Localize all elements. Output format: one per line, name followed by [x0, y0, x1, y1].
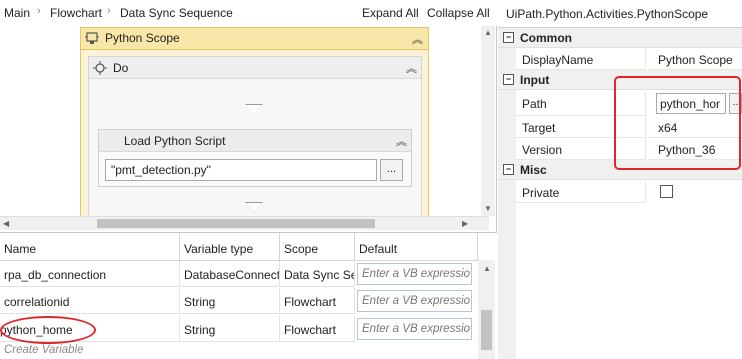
default-value-input[interactable]: Enter a VB expressio: [357, 263, 472, 285]
column-header-variable-type[interactable]: Variable type: [180, 233, 280, 261]
collapse-toggle-icon[interactable]: −: [503, 74, 514, 85]
scroll-right-icon[interactable]: ▶: [462, 219, 468, 228]
properties-panel: UiPath.Python.Activities.PythonScope − C…: [498, 0, 742, 359]
collapse-toggle-icon[interactable]: −: [503, 32, 514, 43]
displayname-label: DisplayName: [516, 48, 646, 70]
scroll-left-icon[interactable]: ◀: [3, 219, 9, 228]
browse-button[interactable]: ...: [380, 159, 403, 181]
python-scope-title: Python Scope: [105, 31, 180, 45]
scroll-thumb[interactable]: [97, 219, 375, 228]
python-scope-icon: [84, 30, 100, 46]
default-value-input[interactable]: Enter a VB expressio: [357, 318, 472, 340]
highlight-rectangle: [614, 76, 741, 170]
scroll-thumb[interactable]: [481, 310, 492, 350]
drop-arrow-inner: [246, 203, 262, 212]
canvas-horizontal-scrollbar[interactable]: ◀ ▶: [0, 216, 489, 230]
variable-name-cell[interactable]: correlationid: [0, 288, 180, 314]
column-header-name[interactable]: Name: [0, 233, 180, 261]
private-label: Private: [516, 181, 646, 203]
collapse-icon[interactable]: ︽: [396, 133, 407, 149]
breadcrumb-flowchart[interactable]: Flowchart: [50, 6, 102, 20]
do-header[interactable]: Do ︽: [89, 57, 421, 79]
breadcrumb: Main › Flowchart › Data Sync Sequence Ex…: [0, 0, 497, 26]
variable-type-cell[interactable]: DatabaseConnecti: [180, 261, 280, 287]
expand-all-button[interactable]: Expand All: [362, 6, 419, 20]
highlight-ellipse: [0, 316, 96, 344]
variable-scope-cell[interactable]: Data Sync Sec: [280, 261, 355, 287]
script-path-input[interactable]: "pmt_detection.py": [105, 159, 377, 181]
variable-scope-cell[interactable]: Flowchart: [280, 316, 355, 342]
load-python-script-header[interactable]: Load Python Script ︽: [99, 130, 411, 152]
create-variable-link[interactable]: Create Variable: [4, 344, 83, 356]
variable-scope-cell[interactable]: Flowchart: [280, 288, 355, 314]
column-header-scope[interactable]: Scope: [280, 233, 355, 261]
sequence-icon: [92, 60, 108, 76]
workflow-designer: Main › Flowchart › Data Sync Sequence Ex…: [0, 0, 497, 359]
python-scope-activity[interactable]: Python Scope ︽ Do ︽ Load Python Script ︽…: [80, 27, 429, 221]
scroll-up-icon[interactable]: ▲: [484, 28, 492, 37]
default-value-input[interactable]: Enter a VB expressio: [357, 290, 472, 312]
properties-title: UiPath.Python.Activities.PythonScope: [498, 0, 742, 28]
scroll-down-icon[interactable]: ▼: [484, 204, 492, 213]
python-scope-header[interactable]: Python Scope ︽: [81, 28, 428, 50]
chevron-right-icon: ›: [37, 5, 41, 17]
category-input-label: Input: [520, 73, 550, 87]
canvas-vertical-scrollbar[interactable]: ▲ ▼: [481, 26, 495, 216]
load-python-script-activity[interactable]: Load Python Script ︽ "pmt_detection.py" …: [98, 129, 412, 187]
do-sequence[interactable]: Do ︽ Load Python Script ︽ "pmt_detection…: [88, 56, 422, 221]
scroll-up-icon[interactable]: ▲: [483, 264, 491, 273]
breadcrumb-main[interactable]: Main: [4, 6, 30, 20]
variable-type-cell[interactable]: String: [180, 316, 280, 342]
variable-name-cell[interactable]: rpa_db_connection: [0, 261, 180, 287]
category-common[interactable]: − Common: [498, 28, 742, 48]
category-misc-label: Misc: [520, 163, 547, 177]
column-header-default[interactable]: Default: [355, 233, 478, 261]
chevron-right-icon: ›: [107, 5, 111, 17]
collapse-all-button[interactable]: Collapse All: [427, 6, 490, 20]
collapse-toggle-icon[interactable]: −: [503, 164, 514, 175]
load-python-script-title: Load Python Script: [124, 134, 226, 148]
category-common-label: Common: [520, 31, 572, 45]
variables-vertical-scrollbar[interactable]: ▲: [478, 260, 495, 359]
displayname-value[interactable]: Python Scope: [648, 48, 742, 70]
collapse-icon[interactable]: ︽: [412, 31, 423, 47]
variable-type-cell[interactable]: String: [180, 288, 280, 314]
do-title: Do: [113, 61, 129, 75]
collapse-icon[interactable]: ︽: [406, 60, 417, 76]
breadcrumb-data-sync-sequence[interactable]: Data Sync Sequence: [120, 6, 233, 20]
drop-arrow-inner: [246, 105, 262, 114]
private-checkbox[interactable]: [660, 185, 673, 198]
